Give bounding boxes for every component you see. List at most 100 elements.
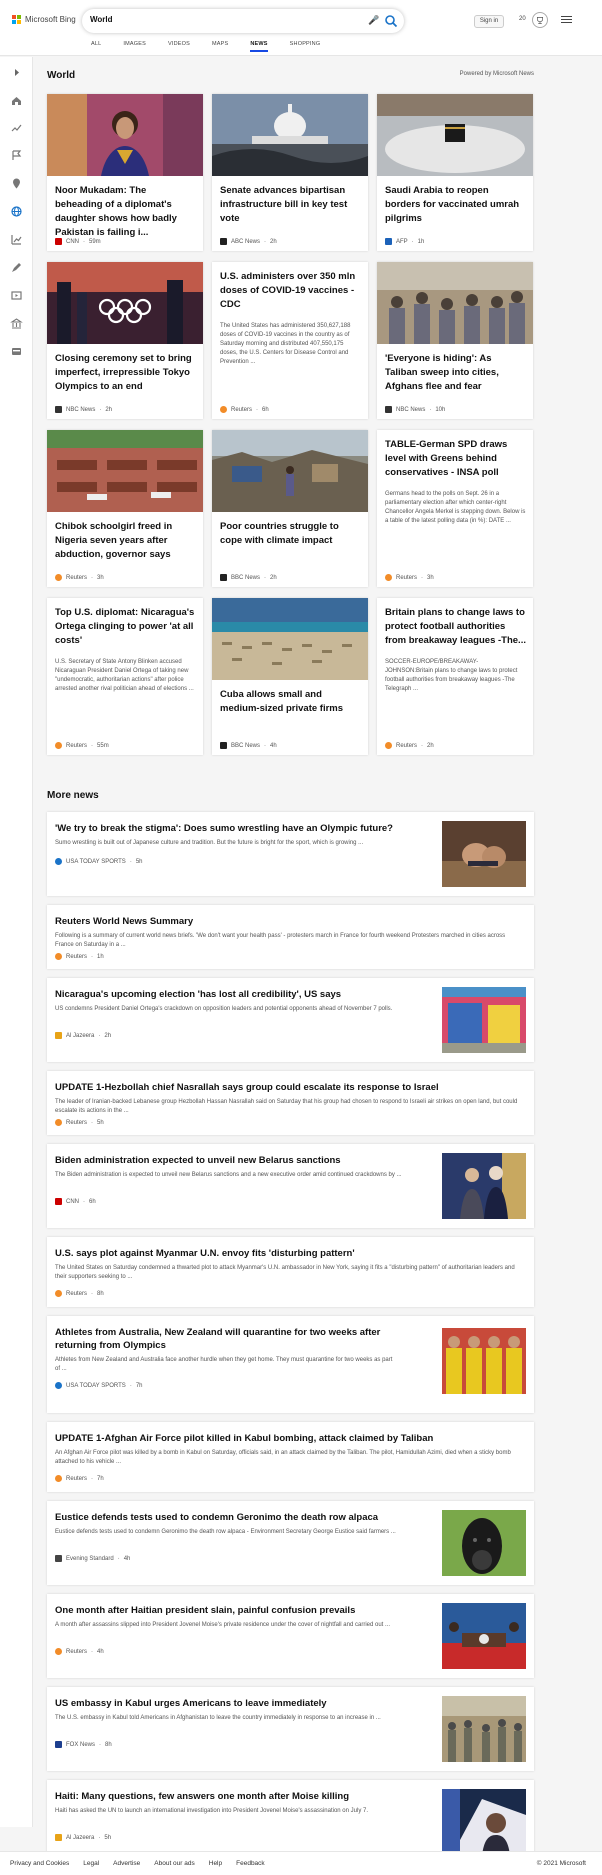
item-title[interactable]: One month after Haitian president slain,…	[55, 1604, 425, 1617]
news-card[interactable]: U.S. administers over 350 mln doses of C…	[212, 262, 368, 419]
card-title[interactable]: Britain plans to change laws to protect …	[385, 606, 526, 648]
footer-link-about-ads[interactable]: About our ads	[154, 1860, 194, 1867]
card-title[interactable]: TABLE-German SPD draws level with Greens…	[385, 438, 526, 480]
item-title[interactable]: 'We try to break the stigma': Does sumo …	[55, 822, 425, 835]
footer-links: Privacy and Cookies Legal Advertise Abou…	[10, 1860, 265, 1867]
news-image	[212, 94, 368, 176]
entertainment-icon[interactable]	[10, 289, 23, 302]
rewards-trophy-icon[interactable]	[532, 12, 548, 28]
news-card[interactable]: TABLE-German SPD draws level with Greens…	[377, 430, 533, 587]
card-source: AFP · 1h	[385, 238, 424, 245]
news-card[interactable]: Closing ceremony set to bring imperfect,…	[47, 262, 203, 419]
tab-maps[interactable]: MAPS	[212, 41, 228, 52]
news-card[interactable]: 'Everyone is hiding': As Taliban sweep i…	[377, 262, 533, 419]
item-title[interactable]: Biden administration expected to unveil …	[55, 1154, 425, 1167]
search-icon[interactable]	[384, 14, 398, 28]
card-snippet: U.S. Secretary of State Antony Blinken a…	[55, 659, 194, 692]
item-title[interactable]: UPDATE 1-Hezbollah chief Nasrallah says …	[55, 1081, 525, 1094]
more-news-item[interactable]: One month after Haitian president slain,…	[47, 1594, 534, 1678]
item-title[interactable]: UPDATE 1-Afghan Air Force pilot killed i…	[55, 1432, 525, 1445]
more-news-item[interactable]: UPDATE 1-Hezbollah chief Nasrallah says …	[47, 1071, 534, 1135]
item-title[interactable]: Haiti: Many questions, few answers one m…	[55, 1790, 425, 1803]
card-title[interactable]: Cuba allows small and medium-sized priva…	[220, 688, 361, 716]
search-input[interactable]: World	[90, 15, 113, 24]
news-card[interactable]: Britain plans to change laws to protect …	[377, 598, 533, 755]
item-source: Reuters · 5h	[55, 1119, 104, 1126]
footer-link-feedback[interactable]: Feedback	[236, 1860, 265, 1867]
more-news-item[interactable]: Nicaragua's upcoming election 'has lost …	[47, 978, 534, 1062]
reuters-logo-icon	[55, 742, 62, 749]
news-card[interactable]: Senate advances bipartisan infrastructur…	[212, 94, 368, 251]
news-thumbnail	[442, 821, 526, 887]
card-title[interactable]: Saudi Arabia to reopen borders for vacci…	[385, 184, 526, 226]
item-title[interactable]: Nicaragua's upcoming election 'has lost …	[55, 988, 425, 1001]
flag-icon[interactable]	[10, 149, 23, 162]
item-title[interactable]: Eustice defends tests used to condemn Ge…	[55, 1511, 425, 1524]
news-card[interactable]: Chibok schoolgirl freed in Nigeria seven…	[47, 430, 203, 587]
item-source: USA TODAY SPORTS · 5h	[55, 858, 143, 865]
more-news-item[interactable]: US embassy in Kabul urges Americans to l…	[47, 1687, 534, 1771]
item-title[interactable]: Athletes from Australia, New Zealand wil…	[55, 1326, 395, 1352]
card-title[interactable]: Senate advances bipartisan infrastructur…	[220, 184, 361, 226]
card-title[interactable]: Noor Mukadam: The beheading of a diploma…	[55, 184, 196, 240]
news-card[interactable]: Saudi Arabia to reopen borders for vacci…	[377, 94, 533, 251]
card-title[interactable]: Poor countries struggle to cope with cli…	[220, 520, 361, 548]
location-pin-icon[interactable]	[10, 177, 23, 190]
item-source: Evening Standard · 4h	[55, 1555, 130, 1562]
item-title[interactable]: Reuters World News Summary	[55, 915, 525, 928]
item-source: USA TODAY SPORTS · 7h	[55, 1382, 143, 1389]
politics-building-icon[interactable]	[10, 317, 23, 330]
tab-images[interactable]: IMAGES	[123, 41, 146, 52]
tab-shopping[interactable]: SHOPPING	[290, 41, 321, 52]
card-source: Reuters · 3h	[55, 574, 104, 581]
more-news-item[interactable]: UPDATE 1-Afghan Air Force pilot killed i…	[47, 1422, 534, 1492]
more-news-item[interactable]: Athletes from Australia, New Zealand wil…	[47, 1316, 534, 1413]
card-title[interactable]: 'Everyone is hiding': As Taliban sweep i…	[385, 352, 526, 394]
footer-link-advertise[interactable]: Advertise	[113, 1860, 140, 1867]
hamburger-menu-icon[interactable]	[561, 16, 572, 25]
news-image	[377, 262, 533, 344]
card-source: Reuters · 6h	[220, 406, 269, 413]
more-news-item[interactable]: Biden administration expected to unveil …	[47, 1144, 534, 1228]
card-title[interactable]: Chibok schoolgirl freed in Nigeria seven…	[55, 520, 196, 562]
search-box[interactable]: World 🎤	[82, 9, 404, 33]
more-news-item[interactable]: 'We try to break the stigma': Does sumo …	[47, 812, 534, 896]
science-rocket-icon[interactable]	[10, 261, 23, 274]
footer-link-privacy[interactable]: Privacy and Cookies	[10, 1860, 69, 1867]
business-chart-icon[interactable]	[10, 233, 23, 246]
tech-device-icon[interactable]	[10, 345, 23, 358]
home-icon[interactable]	[10, 94, 23, 107]
item-title[interactable]: U.S. says plot against Myanmar U.N. envo…	[55, 1247, 525, 1260]
more-news-item[interactable]: U.S. says plot against Myanmar U.N. envo…	[47, 1237, 534, 1307]
rewards-count[interactable]: 20	[519, 16, 526, 22]
sign-in-button[interactable]: Sign in	[474, 15, 504, 28]
tab-news[interactable]: NEWS	[250, 41, 268, 52]
expand-chevron-icon[interactable]	[10, 66, 23, 79]
news-card[interactable]: Cuba allows small and medium-sized priva…	[212, 598, 368, 755]
news-thumbnail	[442, 1153, 526, 1219]
al-jazeera-logo-icon	[55, 1032, 62, 1039]
tab-all[interactable]: ALL	[91, 41, 101, 52]
trending-icon[interactable]	[10, 121, 23, 134]
item-snippet: Eustice defends tests used to condemn Ge…	[55, 1529, 396, 1535]
bing-logo[interactable]: Microsoft Bing	[12, 15, 76, 24]
footer-link-help[interactable]: Help	[209, 1860, 222, 1867]
news-card[interactable]: Top U.S. diplomat: Nicaragua's Ortega cl…	[47, 598, 203, 755]
card-title[interactable]: Closing ceremony set to bring imperfect,…	[55, 352, 196, 394]
more-news-item[interactable]: Reuters World News Summary Following is …	[47, 905, 534, 969]
microphone-icon[interactable]: 🎤	[368, 15, 379, 26]
news-card[interactable]: Noor Mukadam: The beheading of a diploma…	[47, 94, 203, 251]
card-title[interactable]: U.S. administers over 350 mln doses of C…	[220, 270, 361, 312]
item-title[interactable]: US embassy in Kabul urges Americans to l…	[55, 1697, 425, 1710]
news-thumbnail	[442, 987, 526, 1053]
tab-videos[interactable]: VIDEOS	[168, 41, 190, 52]
card-snippet: SOCCER-EUROPE/BREAKAWAY-JOHNSON:Britain …	[385, 659, 518, 692]
microsoft-logo-icon	[12, 15, 21, 24]
more-news-item[interactable]: Eustice defends tests used to condemn Ge…	[47, 1501, 534, 1585]
card-source: NBC News · 2h	[55, 406, 112, 413]
globe-icon[interactable]	[10, 205, 23, 218]
news-card[interactable]: Poor countries struggle to cope with cli…	[212, 430, 368, 587]
footer-link-legal[interactable]: Legal	[83, 1860, 99, 1867]
reuters-logo-icon	[385, 742, 392, 749]
card-title[interactable]: Top U.S. diplomat: Nicaragua's Ortega cl…	[55, 606, 196, 648]
